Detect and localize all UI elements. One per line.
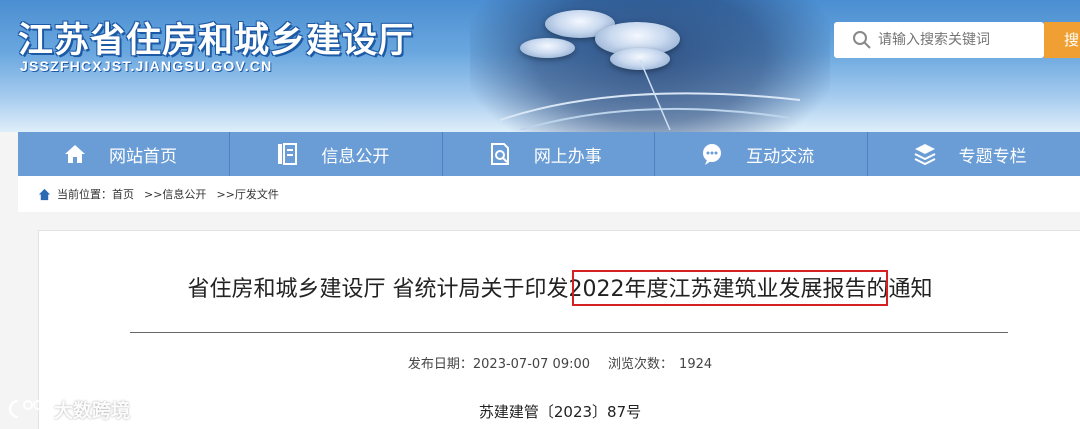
site-title: 江苏省住房和城乡建设厅 [18, 21, 415, 61]
nav-item-services[interactable]: 网上办事 [443, 132, 656, 176]
article-meta: 发布日期：2023-07-07 09:00 浏览次数： 1924 [39, 353, 1080, 372]
nav-item-topics[interactable]: 专题专栏 [868, 132, 1080, 176]
watermark-logo-icon [8, 399, 43, 419]
highlight-annotation [572, 270, 888, 306]
views-label: 浏览次数： [608, 357, 674, 372]
breadcrumb-link-info[interactable]: >>信息公开 [144, 186, 206, 202]
breadcrumb-link-docs[interactable]: >>厅发文件 [216, 186, 278, 202]
nav-item-info[interactable]: 信息公开 [230, 132, 443, 176]
search-input[interactable] [878, 28, 1038, 52]
views-count: 1924 [679, 357, 713, 372]
chat-icon [703, 144, 722, 165]
nav-item-label: 专题专栏 [958, 146, 1027, 167]
site-url: JSSZFHCXJST.JIANGSU.GOV.CN [20, 58, 273, 74]
document-icon [278, 143, 298, 165]
nav-item-label: 互动交流 [746, 146, 815, 167]
layers-icon [914, 144, 936, 166]
document-number: 苏建建管〔2023〕87号 [478, 403, 642, 421]
banner-roads [500, 60, 800, 130]
search-doc-icon [490, 143, 509, 165]
article-title: 省住房和城乡建设厅 省统计局关于印发2022年度江苏建筑业发展报告的通知 [187, 277, 933, 302]
publish-label: 发布日期： [407, 357, 473, 372]
breadcrumb-prefix: 当前位置： [57, 188, 112, 201]
article-panel: 省住房和城乡建设厅 省统计局关于印发2022年度江苏建筑业发展报告的通知 发布日… [38, 230, 1080, 429]
breadcrumb-link-home[interactable]: 首页 [112, 186, 134, 202]
site-header: 江苏省住房和城乡建设厅 JSSZFHCXJST.JIANGSU.GOV.CN 搜 [0, 0, 1080, 132]
home-icon [38, 188, 51, 200]
breadcrumb: 当前位置： 首页 >>信息公开 >>厅发文件 [18, 176, 1080, 212]
nav-item-interaction[interactable]: 互动交流 [655, 132, 868, 176]
nav-item-home[interactable]: 网站首页 [18, 132, 231, 176]
title-divider [130, 332, 1008, 333]
watermark: 大数跨境 [8, 395, 130, 423]
watermark-text: 大数跨境 [54, 399, 131, 422]
nav-item-label: 网站首页 [109, 146, 177, 167]
banner-dome [520, 38, 575, 58]
nav-item-label: 信息公开 [321, 146, 390, 167]
publish-date: 2023-07-07 09:00 [472, 357, 591, 372]
main-nav: 网站首页 信息公开 网上办事 互动交流 专题专栏 [18, 132, 1080, 176]
home-icon [65, 145, 85, 163]
search-box[interactable] [834, 22, 1044, 58]
search-icon [853, 31, 871, 49]
search-button[interactable]: 搜 [1044, 22, 1080, 58]
nav-item-label: 网上办事 [533, 146, 602, 167]
